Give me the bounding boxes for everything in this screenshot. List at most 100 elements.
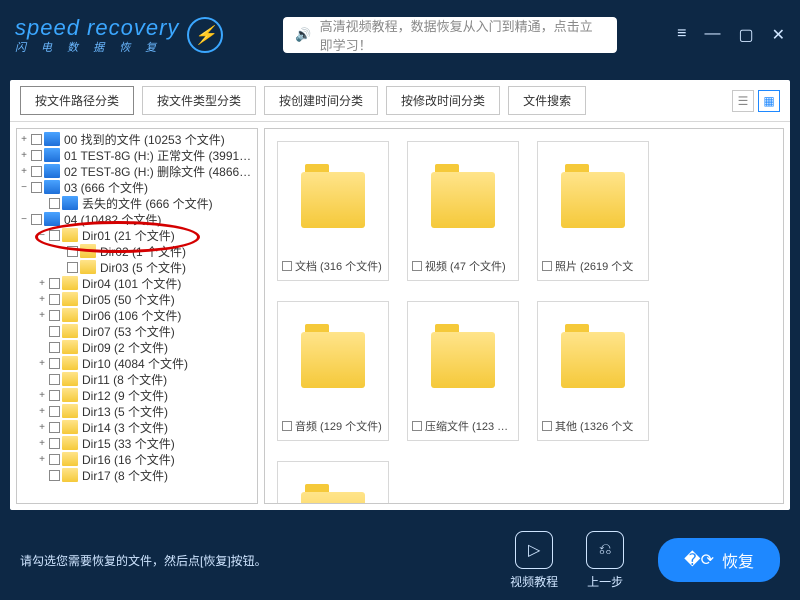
checkbox[interactable] [542,421,552,431]
tree-row[interactable]: +01 TEST-8G (H:) 正常文件 (3991… [17,147,257,163]
promo-banner[interactable]: 🔊 高清视频教程，数据恢复从入门到精通，点击立即学习！ [283,17,617,53]
checkbox[interactable] [49,230,60,241]
tree-row[interactable]: +Dir15 (33 个文件) [17,435,257,451]
expand-icon[interactable]: + [37,294,47,305]
tree-row[interactable]: Dir07 (53 个文件) [17,323,257,339]
checkbox[interactable] [31,166,42,177]
checkbox[interactable] [31,214,42,225]
tree-row[interactable]: +Dir12 (9 个文件) [17,387,257,403]
tree-row[interactable]: + Dir14 (3 个文件) [17,419,257,435]
expand-icon[interactable]: − [19,214,29,225]
tree-row[interactable]: 丢失的文件 (666 个文件) [17,195,257,211]
tree-row[interactable]: −Dir01 (21 个文件) [17,227,257,243]
checkbox[interactable] [49,406,60,417]
tree-row[interactable]: + Dir13 (5 个文件) [17,403,257,419]
view-grid-icon[interactable]: ▦ [758,90,780,112]
file-grid[interactable]: 文档 (316 个文件)视频 (47 个文件)照片 (2619 个文音频 (12… [264,128,784,504]
tree-row[interactable]: Dir11 (8 个文件) [17,371,257,387]
expand-icon[interactable]: − [37,230,47,241]
tree-row[interactable]: Dir09 (2 个文件) [17,339,257,355]
back-button[interactable]: ⎌ 上一步 [586,531,624,590]
expand-icon[interactable] [37,374,47,385]
close-icon[interactable]: ✕ [772,25,785,45]
expand-icon[interactable] [55,262,65,273]
checkbox[interactable] [49,438,60,449]
expand-icon[interactable]: + [37,454,47,465]
recover-button[interactable]: �⟳ 恢复 [658,538,780,582]
tree-row[interactable]: +Dir16 (16 个文件) [17,451,257,467]
expand-icon[interactable] [37,198,47,209]
checkbox[interactable] [67,246,78,257]
checkbox[interactable] [49,294,60,305]
expand-icon[interactable]: + [19,166,29,177]
expand-icon[interactable] [37,470,47,481]
expand-icon[interactable]: − [19,182,29,193]
category-card[interactable]: 压缩文件 (123 … [407,301,519,441]
view-list-icon[interactable]: ☰ [732,90,754,112]
checkbox[interactable] [49,454,60,465]
tree-row[interactable]: Dir03 (5 个文件) [17,259,257,275]
checkbox[interactable] [49,342,60,353]
category-card[interactable]: 音频 (129 个文件) [277,301,389,441]
folder-icon [431,172,495,228]
tab-search[interactable]: 文件搜索 [508,86,586,115]
expand-icon[interactable]: + [37,406,47,417]
video-tutorial-button[interactable]: ▷ 视频教程 [510,531,558,590]
tree-row[interactable]: Dir17 (8 个文件) [17,467,257,483]
checkbox[interactable] [412,261,422,271]
category-card[interactable]: 其他 (1326 个文 [537,301,649,441]
minimize-icon[interactable]: — [704,25,720,45]
expand-icon[interactable]: + [19,150,29,161]
expand-icon[interactable] [37,326,47,337]
checkbox[interactable] [49,470,60,481]
checkbox[interactable] [49,198,60,209]
tab-by-type[interactable]: 按文件类型分类 [142,86,256,115]
checkbox[interactable] [49,326,60,337]
expand-icon[interactable] [55,246,65,257]
checkbox[interactable] [49,310,60,321]
tree-row[interactable]: +Dir05 (50 个文件) [17,291,257,307]
category-card[interactable]: 视频 (47 个文件) [407,141,519,281]
tree-row[interactable]: +Dir10 (4084 个文件) [17,355,257,371]
tree-label: Dir13 (5 个文件) [82,403,168,420]
checkbox[interactable] [31,150,42,161]
checkbox[interactable] [31,134,42,145]
checkbox[interactable] [542,261,552,271]
tree-row[interactable]: +Dir04 (101 个文件) [17,275,257,291]
tree-row[interactable]: Dir02 (1 个文件) [17,243,257,259]
tab-by-modified[interactable]: 按修改时间分类 [386,86,500,115]
checkbox[interactable] [31,182,42,193]
maximize-icon[interactable]: ▢ [738,25,753,45]
checkbox[interactable] [412,421,422,431]
checkbox[interactable] [49,278,60,289]
expand-icon[interactable]: + [37,438,47,449]
tree-row[interactable]: +00 找到的文件 (10253 个文件) [17,131,257,147]
checkbox[interactable] [49,358,60,369]
expand-icon[interactable]: + [19,134,29,145]
checkbox[interactable] [282,421,292,431]
category-card[interactable]: 照片 (2619 个文 [537,141,649,281]
expand-icon[interactable]: + [37,422,47,433]
tree-label: Dir14 (3 个文件) [82,419,168,436]
drive-icon [62,196,78,210]
expand-icon[interactable]: + [37,278,47,289]
expand-icon[interactable] [37,342,47,353]
expand-icon[interactable]: + [37,390,47,401]
tree-row[interactable]: −04 (10482 个文件) [17,211,257,227]
tree-row[interactable]: −03 (666 个文件) [17,179,257,195]
category-card[interactable]: 图像 (5693 个文 [277,461,389,504]
menu-icon[interactable]: ≡ [677,25,686,45]
tree-row[interactable]: +02 TEST-8G (H:) 删除文件 (4866… [17,163,257,179]
tree-row[interactable]: +Dir06 (106 个文件) [17,307,257,323]
checkbox[interactable] [49,374,60,385]
checkbox[interactable] [282,261,292,271]
category-card[interactable]: 文档 (316 个文件) [277,141,389,281]
checkbox[interactable] [67,262,78,273]
tab-by-path[interactable]: 按文件路径分类 [20,86,134,115]
expand-icon[interactable]: + [37,310,47,321]
tab-by-created[interactable]: 按创建时间分类 [264,86,378,115]
checkbox[interactable] [49,390,60,401]
expand-icon[interactable]: + [37,358,47,369]
file-tree[interactable]: +00 找到的文件 (10253 个文件)+01 TEST-8G (H:) 正常… [16,128,258,504]
checkbox[interactable] [49,422,60,433]
